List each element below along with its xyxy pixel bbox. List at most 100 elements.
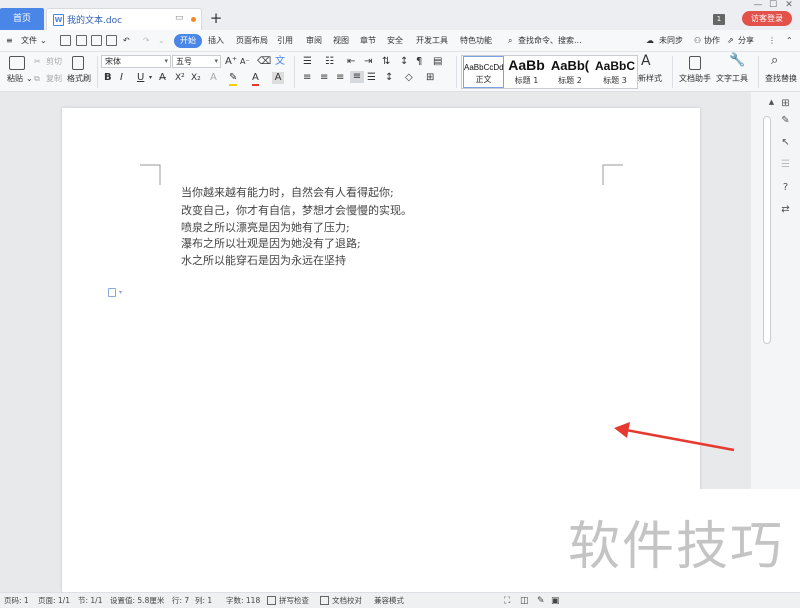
clear-format-icon[interactable]: ⌫ xyxy=(257,56,271,68)
paste-icon[interactable] xyxy=(9,56,25,70)
scroll-up-icon[interactable]: ▲ xyxy=(765,96,778,109)
edit-mode-icon[interactable]: ✎ xyxy=(537,595,545,607)
align-left-icon[interactable]: ≡ xyxy=(303,72,311,84)
redo-icon[interactable]: ↷ xyxy=(143,30,150,52)
collab-button[interactable]: 协作 xyxy=(704,30,720,52)
status-row[interactable]: 行: 7 xyxy=(172,595,189,607)
style-heading-1[interactable]: AaBb 标题 1 xyxy=(505,56,548,88)
cut-button[interactable]: 剪切 xyxy=(46,57,62,67)
copy-icon[interactable]: ⧉ xyxy=(34,74,40,84)
paragraph-layout-icon[interactable] xyxy=(108,288,116,297)
font-size-select[interactable]: 五号 ▾ xyxy=(172,55,221,68)
tab-view[interactable]: 视图 xyxy=(333,30,349,52)
status-section[interactable]: 节: 1/1 xyxy=(78,595,102,607)
close-button[interactable]: ✕ xyxy=(782,0,796,10)
pen-icon[interactable]: ✎ xyxy=(779,114,792,127)
text-effect-icon[interactable]: A xyxy=(210,72,217,84)
print-icon[interactable] xyxy=(91,35,102,46)
doc-assistant-icon[interactable] xyxy=(689,56,701,70)
tab-developer[interactable]: 开发工具 xyxy=(416,30,448,52)
phonetic-guide-icon[interactable]: 文 xyxy=(275,56,285,68)
superscript-button[interactable]: X² xyxy=(175,72,185,84)
tab-page-layout[interactable]: 页面布局 xyxy=(236,30,268,52)
show-marks-icon[interactable]: ¶ xyxy=(416,56,422,68)
select-pointer-icon[interactable]: ↖ xyxy=(779,136,792,149)
sync-status[interactable]: 未同步 xyxy=(659,30,683,52)
distributed-icon[interactable]: ☰ xyxy=(367,72,376,84)
tab-insert[interactable]: 插入 xyxy=(208,30,224,52)
tab-features[interactable]: 特色功能 xyxy=(460,30,492,52)
tab-review[interactable]: 审阅 xyxy=(306,30,322,52)
status-word-count[interactable]: 字数: 118 xyxy=(226,595,260,607)
justify-icon[interactable]: ≡ xyxy=(350,71,364,83)
grow-font-button[interactable]: A⁺ xyxy=(225,56,237,68)
status-page-number[interactable]: 页码: 1 xyxy=(4,595,29,607)
collapse-ribbon-icon[interactable]: ⌃ xyxy=(786,30,793,52)
fullscreen-icon[interactable]: ⛶ xyxy=(504,595,510,607)
increase-indent-icon[interactable]: ⇥ xyxy=(364,56,372,68)
more-menu-icon[interactable]: ⋮ xyxy=(768,30,776,52)
maximize-button[interactable]: ☐ xyxy=(766,0,780,10)
wrench-icon[interactable]: 🔧 xyxy=(729,54,745,67)
strikethrough-button[interactable]: A̶ xyxy=(159,72,166,84)
save-icon[interactable] xyxy=(60,35,71,46)
tab-security[interactable]: 安全 xyxy=(387,30,403,52)
align-center-icon[interactable]: ≡ xyxy=(320,72,328,84)
layout-icon[interactable]: ▤ xyxy=(433,56,442,68)
copy-button[interactable]: 复制 xyxy=(46,74,62,84)
doc-assistant-button[interactable]: 文档助手 xyxy=(679,74,711,84)
scrollbar-thumb[interactable] xyxy=(763,116,771,344)
cast-icon[interactable]: ▭ xyxy=(175,13,184,23)
new-tab-button[interactable]: + xyxy=(208,9,224,27)
char-shading-button[interactable]: A xyxy=(272,72,284,84)
outline-icon[interactable]: ☰ xyxy=(779,158,792,171)
tab-home[interactable]: 首页 xyxy=(0,8,44,30)
scissors-icon[interactable]: ✂ xyxy=(34,57,41,67)
format-painter-button[interactable]: 格式刷 xyxy=(67,74,91,84)
numbered-list-icon[interactable]: ☷ xyxy=(325,56,334,68)
shading-icon[interactable]: ◇ xyxy=(405,72,413,84)
border-icon[interactable]: ⊞ xyxy=(426,72,434,84)
find-replace-button[interactable]: 查找替换 xyxy=(765,74,797,84)
help-icon[interactable]: ? xyxy=(779,181,792,194)
hamburger-icon[interactable]: ≡ xyxy=(6,30,13,52)
tab-document[interactable]: W 我的文本.doc ▭ xyxy=(46,8,202,30)
export-pdf-icon[interactable] xyxy=(76,35,87,46)
tab-chapter[interactable]: 章节 xyxy=(360,30,376,52)
bullet-list-icon[interactable]: ☰ xyxy=(303,56,312,68)
status-setting-value[interactable]: 设置值: 5.8厘米 xyxy=(110,595,164,607)
font-name-select[interactable]: 宋体 ▾ xyxy=(101,55,171,68)
underline-button[interactable]: U xyxy=(137,72,144,84)
proofread-button[interactable]: 文档校对 xyxy=(332,595,362,607)
italic-button[interactable]: I xyxy=(120,72,123,84)
chinese-layout-icon[interactable]: ⇅ xyxy=(382,56,390,68)
chevron-down-icon[interactable]: ▾ xyxy=(149,72,152,84)
style-normal[interactable]: AaBbCcDd 正文 xyxy=(463,56,504,88)
expand-panel-icon[interactable]: ⊞ xyxy=(779,97,792,110)
page-view-icon[interactable]: ▣ xyxy=(551,595,560,607)
menu-file[interactable]: 文件 xyxy=(21,30,37,52)
style-heading-3[interactable]: AaBbC 标题 3 xyxy=(592,56,638,88)
more-quick-access-icon[interactable]: ⌄ xyxy=(158,30,165,52)
undo-icon[interactable]: ↶ xyxy=(123,30,130,52)
decrease-indent-icon[interactable]: ⇤ xyxy=(347,56,355,68)
bold-button[interactable]: B xyxy=(104,72,112,84)
window-count-badge[interactable]: 1 xyxy=(713,14,725,25)
status-pages[interactable]: 页面: 1/1 xyxy=(38,595,70,607)
chevron-down-icon[interactable]: ⌄ xyxy=(40,30,47,52)
minimize-button[interactable]: — xyxy=(751,0,765,10)
format-painter-icon[interactable] xyxy=(72,56,84,70)
command-search-input[interactable]: 查找命令、搜索... xyxy=(518,30,582,52)
line-spacing-icon[interactable]: ↕ xyxy=(385,72,393,84)
print-preview-icon[interactable] xyxy=(106,35,117,46)
share-button[interactable]: 分享 xyxy=(738,30,754,52)
subscript-button[interactable]: X₂ xyxy=(191,72,201,84)
paste-button[interactable]: 粘贴 xyxy=(7,74,23,84)
shrink-font-button[interactable]: A⁻ xyxy=(240,56,250,68)
status-column[interactable]: 列: 1 xyxy=(195,595,212,607)
text-tools-button[interactable]: 文字工具 xyxy=(716,74,748,84)
highlight-icon[interactable]: ✎ xyxy=(229,72,238,86)
align-right-icon[interactable]: ≡ xyxy=(336,72,344,84)
find-icon[interactable]: ⌕ xyxy=(771,54,778,67)
new-style-button[interactable]: 新样式 xyxy=(638,74,662,84)
